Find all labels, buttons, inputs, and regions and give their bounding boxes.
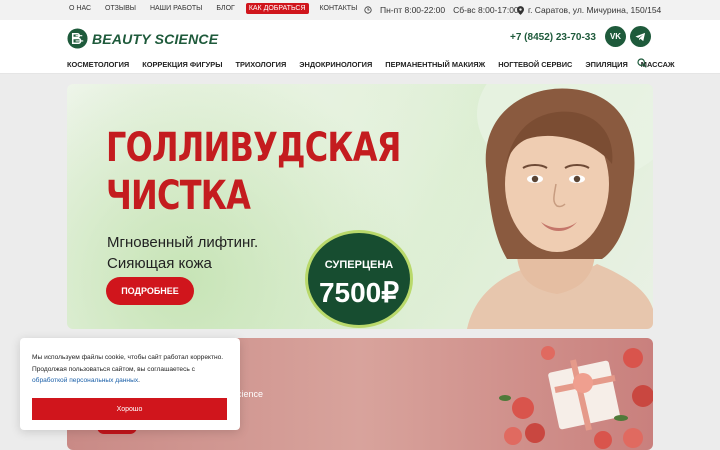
hero-subtitle: Мгновенный лифтинг. Сияющая кожа — [107, 232, 258, 274]
promo-banner-text: cience — [237, 389, 264, 399]
nav-item-body-correction[interactable]: КОРРЕКЦИЯ ФИГУРЫ — [142, 60, 222, 69]
hours-weekdays: Пн-пт 8:00-22:00 — [380, 5, 446, 15]
nav-item-endocrinology[interactable]: ЭНДОКРИНОЛОГИЯ — [299, 60, 372, 69]
vk-icon[interactable]: VK — [605, 26, 626, 47]
logo-mark-icon — [67, 28, 88, 49]
hero-title: ГОЛЛИВУДСКАЯ ЧИСТКА — [106, 124, 401, 220]
cookie-text-line1: Мы используем файлы cookie, чтобы сайт р… — [32, 354, 224, 361]
hero-subtitle-line1: Мгновенный лифтинг. — [107, 234, 259, 251]
nav-item-cosmetology[interactable]: КОСМЕТОЛОГИЯ — [67, 60, 129, 69]
top-link-reviews[interactable]: ОТЗЫВЫ — [102, 3, 139, 14]
nav-item-permanent-makeup[interactable]: ПЕРМАНЕНТНЫЙ МАКИЯЖ — [385, 60, 485, 69]
cookie-notice: Мы используем файлы cookie, чтобы сайт р… — [20, 338, 240, 430]
logo[interactable]: BEAUTY SCIENCE — [67, 28, 218, 49]
main-nav: КОСМЕТОЛОГИЯ КОРРЕКЦИЯ ФИГУРЫ ТРИХОЛОГИЯ… — [67, 60, 675, 69]
top-links: О НАС ОТЗЫВЫ НАШИ РАБОТЫ БЛОГ КАК ДОБРАТ… — [66, 3, 360, 14]
telegram-icon[interactable] — [630, 26, 651, 47]
top-bar: О НАС ОТЗЫВЫ НАШИ РАБОТЫ БЛОГ КАК ДОБРАТ… — [0, 0, 720, 20]
hero-title-line2: ЧИСТКА — [106, 173, 251, 219]
top-link-blog[interactable]: БЛОГ — [213, 3, 237, 14]
clock-icon — [364, 6, 372, 14]
nav-item-trichology[interactable]: ТРИХОЛОГИЯ — [235, 60, 286, 69]
cookie-text-line2: Продолжая пользоваться сайтом, вы соглаш… — [32, 365, 195, 373]
hero-subtitle-line2: Сияющая кожа — [107, 255, 212, 272]
hero-model-image — [467, 84, 653, 329]
top-link-contacts[interactable]: КОНТАКТЫ — [317, 3, 361, 14]
gift-roses-image — [499, 346, 653, 449]
more-button[interactable]: ПОДРОБНЕЕ — [106, 277, 194, 305]
vk-label: VK — [609, 32, 622, 41]
hero-banner[interactable]: ГОЛЛИВУДСКАЯ ЧИСТКА Мгновенный лифтинг. … — [67, 84, 653, 329]
price-badge: СУПЕРЦЕНА 7500₽ — [305, 230, 413, 328]
working-hours: Пн-пт 8:00-22:00 Сб-вс 8:00-17:00 — [364, 5, 519, 15]
logo-text: BEAUTY SCIENCE — [92, 30, 219, 47]
cookie-link-suffix: . — [138, 377, 140, 384]
nav-item-epilation[interactable]: ЭПИЛЯЦИЯ — [585, 60, 627, 69]
phone-number[interactable]: +7 (8452) 23-70-33 — [510, 32, 596, 43]
price-label: СУПЕРЦЕНА — [324, 259, 394, 271]
top-link-directions[interactable]: КАК ДОБРАТЬСЯ — [245, 3, 309, 14]
top-link-works[interactable]: НАШИ РАБОТЫ — [147, 3, 205, 14]
top-link-about[interactable]: О НАС — [66, 3, 94, 14]
hours-weekend: Сб-вс 8:00-17:00 — [453, 5, 519, 15]
telegram-plane-icon — [635, 32, 646, 41]
search-icon[interactable] — [637, 58, 647, 68]
location-pin-icon — [517, 5, 524, 15]
cookie-text: Мы используем файлы cookie, чтобы сайт р… — [32, 352, 228, 387]
cookie-accept-button[interactable]: Хорошо — [32, 398, 227, 420]
address: г. Саратов, ул. Мичурина, 150/154 — [517, 5, 661, 15]
privacy-link[interactable]: обработкой персональных данных — [32, 377, 138, 384]
header: BEAUTY SCIENCE +7 (8452) 23-70-33 VK КОС… — [0, 20, 720, 74]
price-value: 7500₽ — [318, 277, 400, 308]
nav-item-nail-service[interactable]: НОГТЕВОЙ СЕРВИС — [498, 60, 572, 69]
address-text: г. Саратов, ул. Мичурина, 150/154 — [528, 5, 662, 15]
hero-title-line1: ГОЛЛИВУДСКАЯ — [106, 125, 401, 171]
